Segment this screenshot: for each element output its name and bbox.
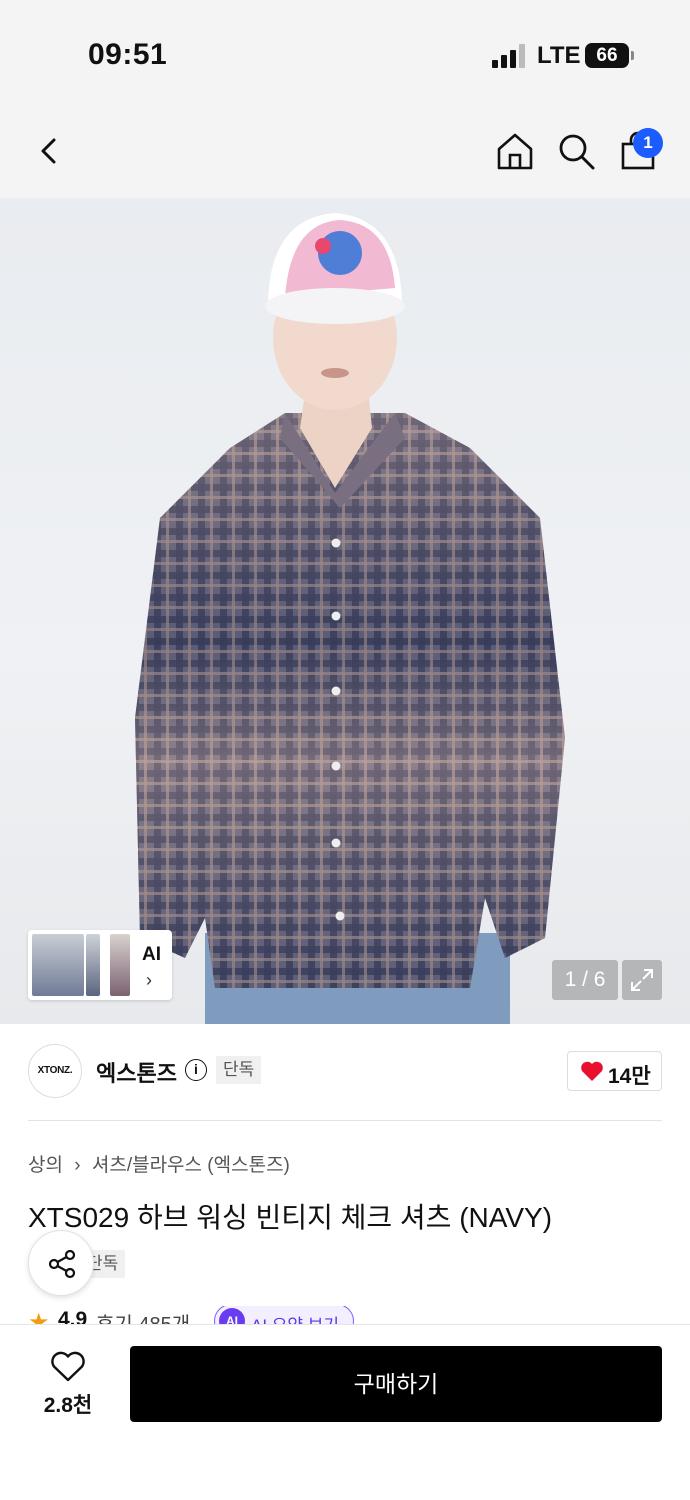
product-image[interactable] <box>0 198 690 1024</box>
buy-button[interactable]: 구매하기 <box>130 1346 662 1422</box>
thumbnail-image <box>32 934 84 996</box>
breadcrumb-subcategory[interactable]: 셔츠/블라우스 (엑스톤즈) <box>92 1155 290 1176</box>
brand-row: XTONZ. 엑스톤즈 i 단독 14만 <box>0 1024 690 1120</box>
bottom-action-bar: 2.8천 구매하기 <box>0 1324 690 1500</box>
top-navigation <box>0 104 690 198</box>
heart-filled-icon <box>581 1061 603 1081</box>
wishlist-button[interactable]: 2.8천 <box>28 1347 108 1427</box>
ai-thumbnail-strip[interactable]: AI › <box>28 930 172 1000</box>
exclusive-badge: 단독 <box>216 1056 262 1084</box>
cart-count-badge: 1 <box>633 128 663 158</box>
divider <box>28 1120 662 1121</box>
chevron-right-icon: › <box>146 970 152 990</box>
info-icon[interactable]: i <box>185 1059 207 1081</box>
battery-icon: 66 <box>585 43 634 68</box>
expand-icon[interactable] <box>622 960 662 1000</box>
share-icon <box>48 1249 76 1279</box>
image-counter: 1 / 6 <box>552 960 618 1000</box>
model-photo <box>135 213 565 1024</box>
thumbnail-image <box>110 934 130 996</box>
home-icon[interactable] <box>494 130 536 172</box>
product-title: XTS029 하브 워싱 빈티지 체크 셔츠 (NAVY) <box>28 1202 553 1233</box>
status-time: 09:51 <box>88 38 168 71</box>
ai-label: AI <box>142 944 161 965</box>
status-bar: 09:51 LTE 66 <box>0 0 690 104</box>
signal-icon <box>492 44 526 68</box>
network-label: LTE <box>537 42 581 69</box>
brand-name[interactable]: 엑스톤즈 <box>96 1056 177 1088</box>
breadcrumb: 상의 › 셔츠/블라우스 (엑스톤즈) <box>28 1150 296 1177</box>
brand-logo[interactable]: XTONZ. <box>28 1044 82 1098</box>
thumbnail-image <box>86 934 100 996</box>
wishlist-count: 2.8천 <box>43 1394 93 1417</box>
brand-like-button[interactable]: 14만 <box>567 1051 662 1091</box>
brand-like-count: 14만 <box>608 1065 651 1088</box>
breadcrumb-category[interactable]: 상의 <box>28 1155 63 1176</box>
heart-outline-icon <box>51 1351 85 1382</box>
share-button[interactable] <box>28 1230 94 1296</box>
chevron-right-icon: › <box>74 1155 81 1176</box>
back-arrow-icon[interactable] <box>28 130 70 172</box>
search-icon[interactable] <box>555 130 597 172</box>
